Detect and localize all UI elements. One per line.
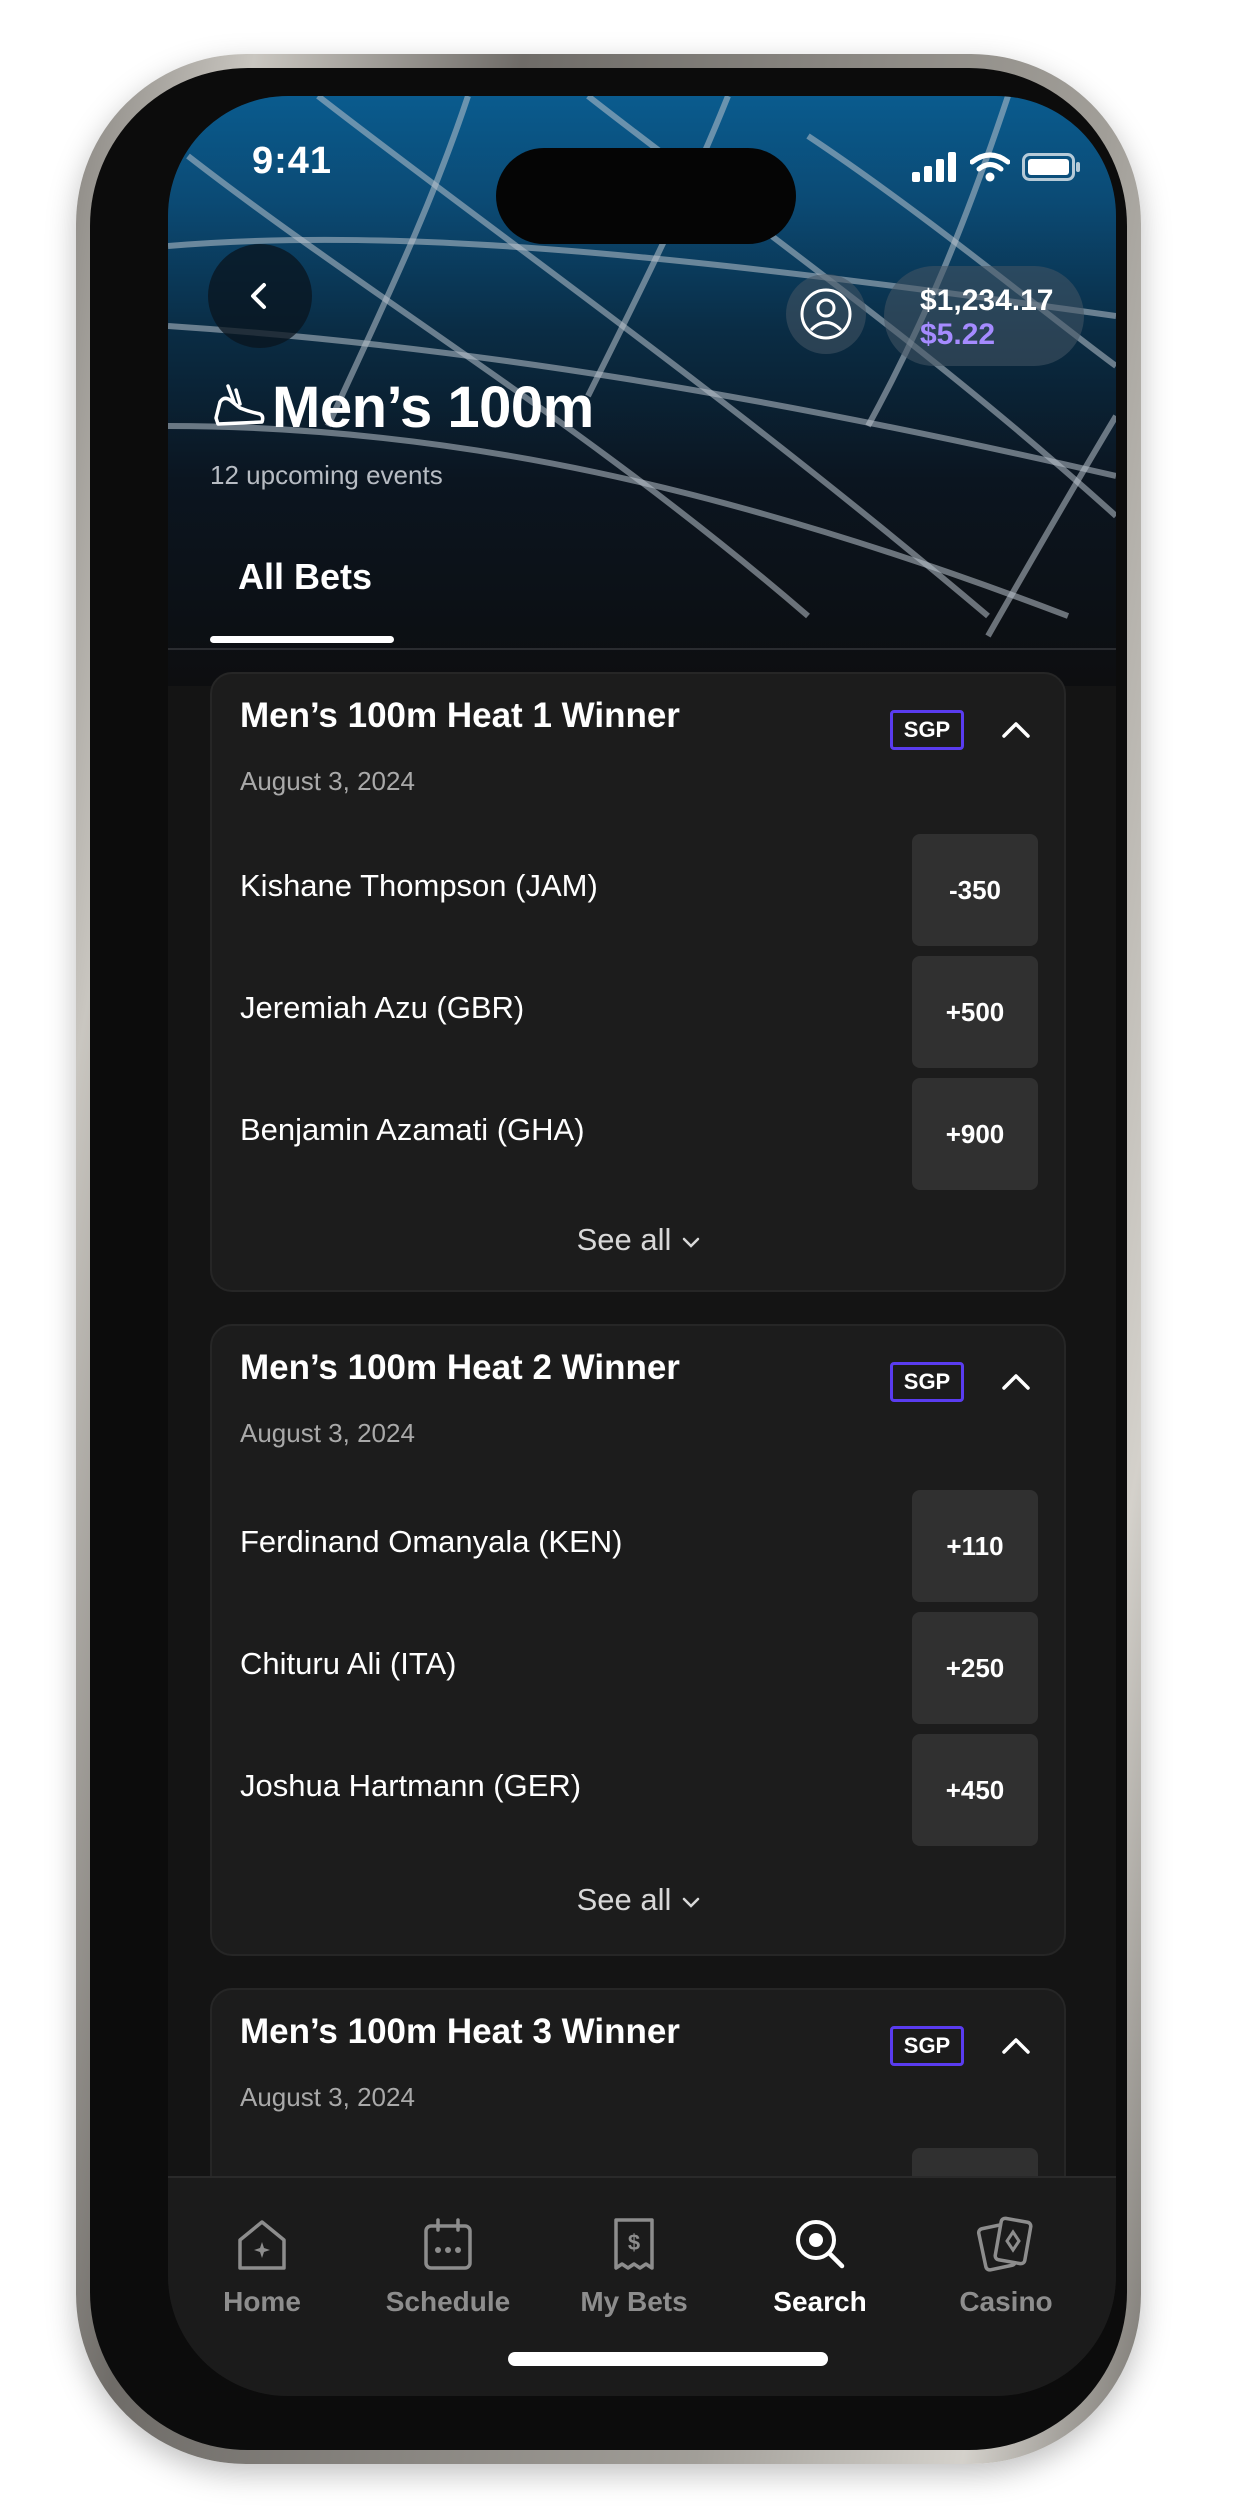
- active-tab-indicator: [210, 636, 394, 643]
- running-shoe-icon: [214, 384, 265, 426]
- search-icon: [796, 2220, 845, 2269]
- nav-label: Search: [773, 2286, 867, 2317]
- see-all-label: See all: [576, 1222, 672, 1257]
- chevron-up-icon[interactable]: [996, 1362, 1036, 1402]
- nav-label: Schedule: [385, 2286, 511, 2317]
- market-date: August 3, 2024: [240, 1418, 415, 1448]
- balance-display[interactable]: $1,234.17 $5.22: [884, 266, 1084, 366]
- back-button[interactable]: [208, 244, 312, 348]
- selection-row: Kishane Thompson (JAM) -350: [212, 834, 1068, 948]
- nav-label: Casino: [959, 2286, 1053, 2317]
- nav-schedule[interactable]: Schedule: [358, 2212, 538, 2318]
- page-title: Men’s 100m: [272, 375, 594, 440]
- status-icons: [912, 152, 1080, 182]
- chevron-up-icon[interactable]: [996, 710, 1036, 750]
- selection-name: Chituru Ali (ITA): [240, 1646, 457, 1681]
- profile-button[interactable]: [786, 274, 866, 354]
- chevron-down-icon: [683, 1237, 700, 1248]
- market-date: August 3, 2024: [240, 2082, 415, 2112]
- odds-button[interactable]: +500: [912, 956, 1038, 1068]
- odds-button[interactable]: -350: [912, 834, 1038, 946]
- nav-home[interactable]: Home: [172, 2212, 352, 2318]
- tab-divider: [168, 648, 1116, 650]
- odds-button[interactable]: +250: [912, 1612, 1038, 1724]
- cash-balance: $1,234.17: [920, 284, 1054, 317]
- see-all-button[interactable]: See all: [212, 1222, 1068, 1258]
- selection-row: Joshua Hartmann (GER) +450: [212, 1734, 1068, 1848]
- sgp-badge: SGP: [890, 710, 964, 750]
- selection-name: Benjamin Azamati (GHA): [240, 1112, 585, 1147]
- tab-all-bets[interactable]: All Bets: [238, 556, 372, 598]
- selection-name: Jeremiah Azu (GBR): [240, 990, 525, 1025]
- chevron-left-icon: [251, 283, 266, 309]
- status-time: 9:41: [252, 140, 333, 182]
- home-icon: [238, 2220, 286, 2270]
- nav-label: My Bets: [580, 2286, 688, 2317]
- nav-casino[interactable]: Casino: [916, 2212, 1096, 2318]
- dynamic-island: [496, 148, 796, 244]
- selection-row: Chituru Ali (ITA) +250: [212, 1612, 1068, 1726]
- bet-slip-icon: $: [614, 2218, 654, 2270]
- upcoming-events-count: 12 upcoming events: [210, 460, 443, 490]
- market-title: Men’s 100m Heat 2 Winner: [240, 1348, 680, 1387]
- selection-row: Jeremiah Azu (GBR) +500: [212, 956, 1068, 1070]
- chevron-up-icon[interactable]: [996, 2026, 1036, 2066]
- calendar-icon: [424, 2218, 472, 2270]
- signal-icon: [912, 152, 956, 182]
- market-date: August 3, 2024: [240, 766, 415, 796]
- battery-icon: [1022, 153, 1080, 181]
- cards-icon: [976, 2216, 1033, 2272]
- user-icon: [800, 288, 852, 340]
- selection-name: Ferdinand Omanyala (KEN): [240, 1524, 623, 1559]
- sgp-badge: SGP: [890, 2026, 964, 2066]
- market-title: Men’s 100m Heat 1 Winner: [240, 696, 680, 735]
- svg-text:$: $: [628, 2230, 640, 2255]
- nav-search[interactable]: Search: [730, 2212, 910, 2318]
- wifi-icon: [970, 152, 1010, 182]
- see-all-button[interactable]: See all: [212, 1882, 1068, 1918]
- market-title: Men’s 100m Heat 3 Winner: [240, 2012, 680, 2051]
- see-all-label: See all: [576, 1882, 672, 1917]
- sgp-badge: SGP: [890, 1362, 964, 1402]
- nav-label: Home: [223, 2286, 301, 2317]
- app-screen: 9:41 $1,234.17 $5.22 Men’s 100m 12 upcom…: [168, 96, 1116, 2396]
- home-indicator: [508, 2352, 828, 2366]
- market-card: Men’s 100m Heat 1 Winner August 3, 2024 …: [210, 672, 1066, 1292]
- market-card: Men’s 100m Heat 2 Winner August 3, 2024 …: [210, 1324, 1066, 1956]
- nav-my-bets[interactable]: $ My Bets: [544, 2212, 724, 2318]
- device-mockup: 9:41 $1,234.17 $5.22 Men’s 100m 12 upcom…: [0, 0, 1240, 2514]
- selection-row: Benjamin Azamati (GHA) +900: [212, 1078, 1068, 1192]
- selection-name: Joshua Hartmann (GER): [240, 1768, 582, 1803]
- odds-button[interactable]: +110: [912, 1490, 1038, 1602]
- selection-row: Ferdinand Omanyala (KEN) +110: [212, 1490, 1068, 1604]
- selection-name: Kishane Thompson (JAM): [240, 868, 598, 903]
- odds-button[interactable]: +450: [912, 1734, 1038, 1846]
- bonus-balance: $5.22: [920, 318, 996, 351]
- chevron-down-icon: [683, 1897, 700, 1908]
- odds-button[interactable]: +900: [912, 1078, 1038, 1190]
